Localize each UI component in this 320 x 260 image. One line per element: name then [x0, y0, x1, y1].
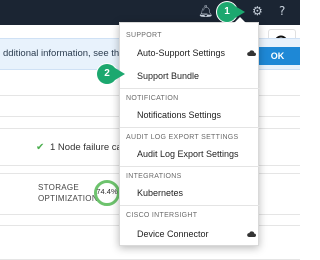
settings-dropdown-menu: SUPPORT Auto-Support Settings Support Bu…: [119, 17, 260, 246]
callout-arrow-2: [115, 68, 125, 80]
menu-separator: [120, 88, 260, 89]
bell-icon[interactable]: 🔔︎: [198, 5, 213, 17]
section-header-notification: NOTIFICATION: [126, 95, 179, 102]
menu-item-auto-support-settings[interactable]: Auto-Support Settings: [137, 48, 225, 58]
section-header-support: SUPPORT: [126, 32, 162, 39]
cloud-icon: [247, 50, 256, 56]
menu-separator: [120, 127, 260, 128]
banner-ok-button[interactable]: OK: [255, 47, 300, 65]
storage-optimization-value: 74.4%: [96, 187, 118, 196]
menu-item-audit-log-export-settings[interactable]: Audit Log Export Settings: [137, 149, 239, 159]
storage-optimization-label: STORAGE OPTIMIZATION: [38, 182, 98, 204]
menu-item-notifications-settings[interactable]: Notifications Settings: [137, 110, 221, 120]
callout-badge-1: 1: [217, 2, 237, 22]
menu-separator: [120, 166, 260, 167]
section-header-audit-log-export: AUDIT LOG EXPORT SETTINGS: [126, 134, 239, 141]
menu-item-support-bundle[interactable]: Support Bundle: [137, 71, 199, 81]
gear-icon[interactable]: ⚙︎: [252, 5, 263, 17]
menu-separator: [120, 205, 260, 206]
info-banner-text: dditional information, see the: [3, 48, 125, 59]
callout-arrow-1: [235, 6, 245, 18]
node-failure-text: 1 Node failure can: [50, 142, 128, 153]
storage-label-line1: STORAGE: [38, 183, 80, 192]
help-icon[interactable]: ?: [279, 5, 285, 17]
section-header-integrations: INTEGRATIONS: [126, 173, 182, 180]
callout-badge-2: 2: [97, 64, 117, 84]
storage-label-line2: OPTIMIZATION: [38, 194, 98, 203]
cloud-icon: [247, 231, 256, 237]
check-icon: ✔: [36, 142, 45, 153]
menu-item-device-connector[interactable]: Device Connector: [137, 229, 209, 239]
section-header-cisco-intersight: CISCO INTERSIGHT: [126, 212, 198, 219]
menu-item-kubernetes[interactable]: Kubernetes: [137, 188, 183, 198]
